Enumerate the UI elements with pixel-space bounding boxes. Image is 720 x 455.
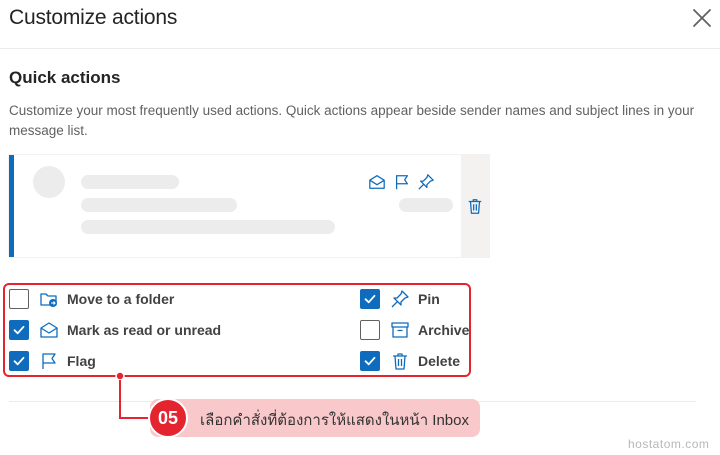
- callout-step-number: 05: [148, 398, 188, 438]
- preview-subject-placeholder: [81, 198, 237, 212]
- checkbox-flag[interactable]: [9, 351, 29, 371]
- pin-icon: [418, 174, 434, 190]
- option-move-to-folder[interactable]: Move to a folder: [9, 288, 174, 310]
- preview-date-placeholder: [399, 198, 453, 212]
- message-preview: [9, 155, 489, 257]
- option-label: Pin: [418, 291, 440, 307]
- option-label: Delete: [418, 353, 461, 369]
- dialog-title: Customize actions: [9, 6, 178, 29]
- option-label: Archive: [418, 322, 470, 338]
- checkbox-mark-read[interactable]: [9, 320, 29, 340]
- pin-icon: [391, 290, 409, 308]
- option-delete[interactable]: Delete: [360, 350, 460, 372]
- checkbox-archive[interactable]: [360, 320, 380, 340]
- option-label: Mark as read or unread: [67, 322, 222, 338]
- flag-icon: [42, 353, 56, 369]
- title-divider: [0, 48, 720, 49]
- close-button[interactable]: [690, 6, 714, 30]
- envelope-open-icon: [369, 175, 385, 189]
- archive-icon: [391, 322, 409, 338]
- option-flag[interactable]: Flag: [9, 350, 96, 372]
- preview-avatar: [33, 166, 65, 198]
- section-title: Quick actions: [9, 68, 121, 87]
- preview-sender-placeholder: [81, 175, 179, 189]
- preview-body-placeholder: [81, 220, 335, 234]
- preview-side-actions: [461, 155, 489, 257]
- callout-text: เลือกคำสั่งที่ต้องการให้แสดงในหน้า Inbox: [200, 412, 469, 429]
- folder-move-icon: [40, 293, 57, 307]
- envelope-open-icon: [40, 322, 58, 338]
- flag-icon: [395, 175, 409, 190]
- close-icon: [693, 9, 711, 27]
- trash-icon: [393, 353, 407, 370]
- checkmark-icon: [364, 294, 376, 304]
- checkbox-pin[interactable]: [360, 289, 380, 309]
- checkmark-icon: [364, 356, 376, 366]
- trash-icon: [468, 199, 482, 214]
- preview-selection-bar: [9, 155, 14, 257]
- option-label: Move to a folder: [67, 291, 175, 307]
- checkbox-move-to-folder[interactable]: [9, 289, 29, 309]
- checkmark-icon: [13, 356, 25, 366]
- option-pin[interactable]: Pin: [360, 288, 440, 310]
- option-mark-read[interactable]: Mark as read or unread: [9, 319, 221, 341]
- option-label: Flag: [67, 353, 96, 369]
- checkmark-icon: [13, 325, 25, 335]
- checkbox-delete[interactable]: [360, 351, 380, 371]
- option-archive[interactable]: Archive: [360, 319, 469, 341]
- section-description: Customize your most frequently used acti…: [9, 103, 695, 138]
- watermark: hostatom.com: [628, 437, 710, 451]
